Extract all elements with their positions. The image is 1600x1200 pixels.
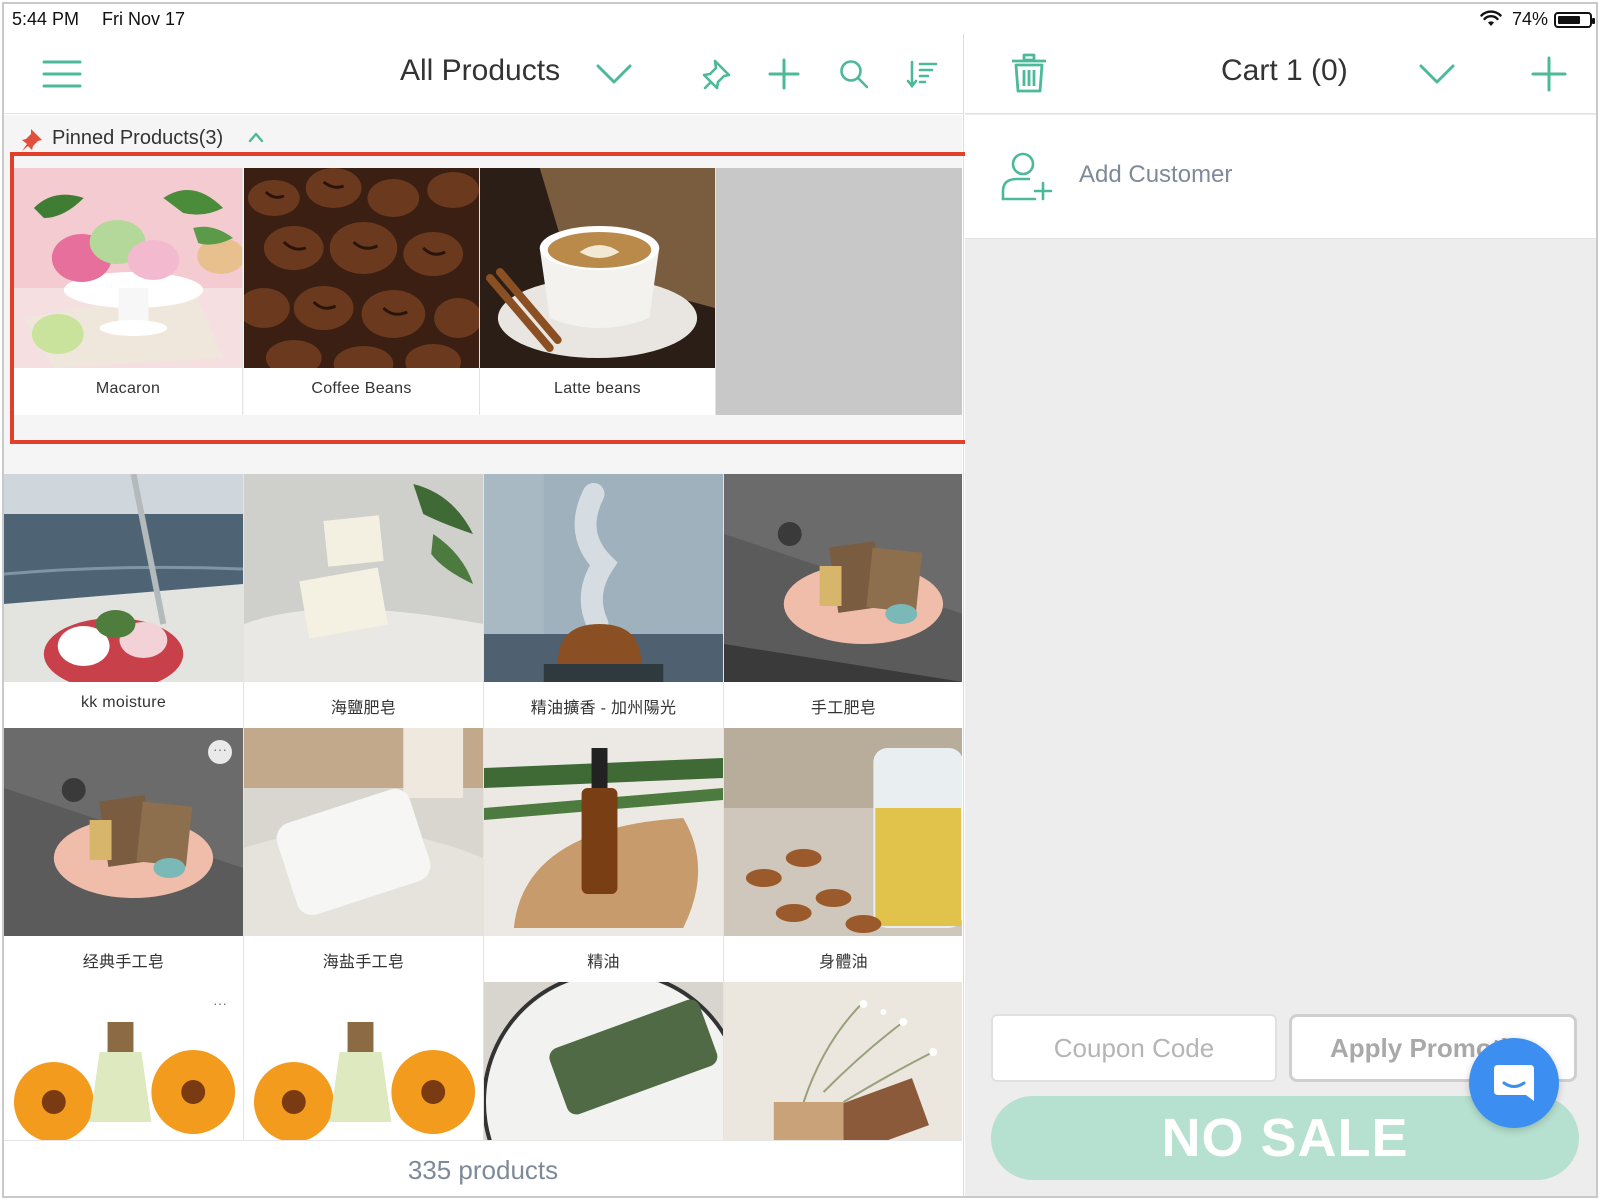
product-image xyxy=(244,474,483,682)
product-name: 手工肥皂 xyxy=(810,700,877,717)
product-image xyxy=(4,728,243,936)
product-name: 海鹽肥皂 xyxy=(330,700,397,717)
product-name: 精油擴香 - 加州陽光 xyxy=(530,700,677,717)
product-image xyxy=(724,982,962,1140)
product-name: 精油 xyxy=(587,954,620,971)
cart-toolbar: Cart 1 (0) xyxy=(965,34,1596,114)
sort-icon[interactable] xyxy=(904,56,940,92)
product-tile[interactable]: ··· 经典手工皂 xyxy=(4,728,244,982)
chevron-up-icon[interactable] xyxy=(248,131,264,143)
status-bar: 5:44 PM Fri Nov 17 74% xyxy=(4,4,1596,34)
chevron-down-icon[interactable] xyxy=(594,58,634,90)
add-customer-label: Add Customer xyxy=(1079,161,1233,188)
pin-icon[interactable] xyxy=(700,56,734,92)
pin-filled-icon xyxy=(22,129,42,151)
product-image xyxy=(484,474,723,682)
coupon-code-input[interactable]: Coupon Code xyxy=(991,1014,1277,1082)
status-time: 5:44 PM xyxy=(12,9,80,29)
product-name: 海盐手工皂 xyxy=(322,954,405,971)
cart-chevron-down-icon[interactable] xyxy=(1417,58,1457,90)
product-image xyxy=(484,982,723,1140)
product-name: 身體油 xyxy=(819,954,868,971)
cart-pane: Cart 1 (0) Add Customer Coupon Code Appl… xyxy=(965,34,1596,1196)
products-count-footer: 335 products xyxy=(4,1140,962,1196)
battery-fill xyxy=(1558,16,1581,24)
more-options-icon[interactable]: ··· xyxy=(208,994,232,1018)
product-tile[interactable] xyxy=(724,982,962,1140)
products-pane: All Products Pinned Products(3) Macaron … xyxy=(4,34,976,1196)
plus-icon[interactable] xyxy=(766,56,802,92)
status-date: Fri Nov 17 xyxy=(102,9,186,29)
pinned-products-label: Pinned Products(3) xyxy=(52,127,224,149)
product-tile[interactable] xyxy=(244,982,484,1140)
product-image xyxy=(4,474,243,682)
menu-icon[interactable] xyxy=(42,56,82,92)
product-name: kk moisture xyxy=(80,694,167,711)
chat-support-icon[interactable] xyxy=(1469,1038,1559,1128)
product-tile[interactable]: 手工肥皂 xyxy=(724,474,962,728)
product-tile[interactable]: 海鹽肥皂 xyxy=(244,474,484,728)
product-tile[interactable]: 精油 xyxy=(484,728,724,982)
wifi-icon xyxy=(1480,10,1502,26)
highlight-box xyxy=(10,152,976,444)
product-tile[interactable]: 海盐手工皂 xyxy=(244,728,484,982)
battery-percent: 74% xyxy=(1511,9,1548,29)
add-user-icon xyxy=(1001,152,1053,201)
product-name: 经典手工皂 xyxy=(82,954,165,971)
product-tile[interactable]: 精油擴香 - 加州陽光 xyxy=(484,474,724,728)
add-cart-plus-icon[interactable] xyxy=(1529,54,1569,94)
product-image xyxy=(244,982,483,1140)
product-tile[interactable]: 身體油 xyxy=(724,728,962,982)
app-window: 5:44 PM Fri Nov 17 74% All Products Pinn… xyxy=(2,2,1598,1198)
trash-icon[interactable] xyxy=(1011,52,1047,94)
product-tile[interactable]: kk moisture xyxy=(4,474,244,728)
cart-title[interactable]: Cart 1 (0) xyxy=(1221,54,1348,88)
page-title[interactable]: All Products xyxy=(400,54,560,88)
product-image xyxy=(484,728,723,936)
product-tile[interactable] xyxy=(484,982,724,1140)
products-toolbar: All Products xyxy=(4,34,964,114)
search-icon[interactable] xyxy=(836,56,872,92)
add-customer-row[interactable]: Add Customer xyxy=(965,115,1596,239)
product-image xyxy=(724,474,962,682)
product-image xyxy=(244,728,483,936)
more-options-icon[interactable]: ··· xyxy=(208,740,232,764)
product-image xyxy=(724,728,962,936)
products-count: 335 products xyxy=(407,1155,559,1185)
products-grid: kk moisture 海鹽肥皂 精油擴香 - 加州陽光 手工肥皂 ··· 经典… xyxy=(4,474,962,1140)
battery-icon xyxy=(1554,12,1595,28)
product-tile[interactable]: ··· xyxy=(4,982,244,1140)
